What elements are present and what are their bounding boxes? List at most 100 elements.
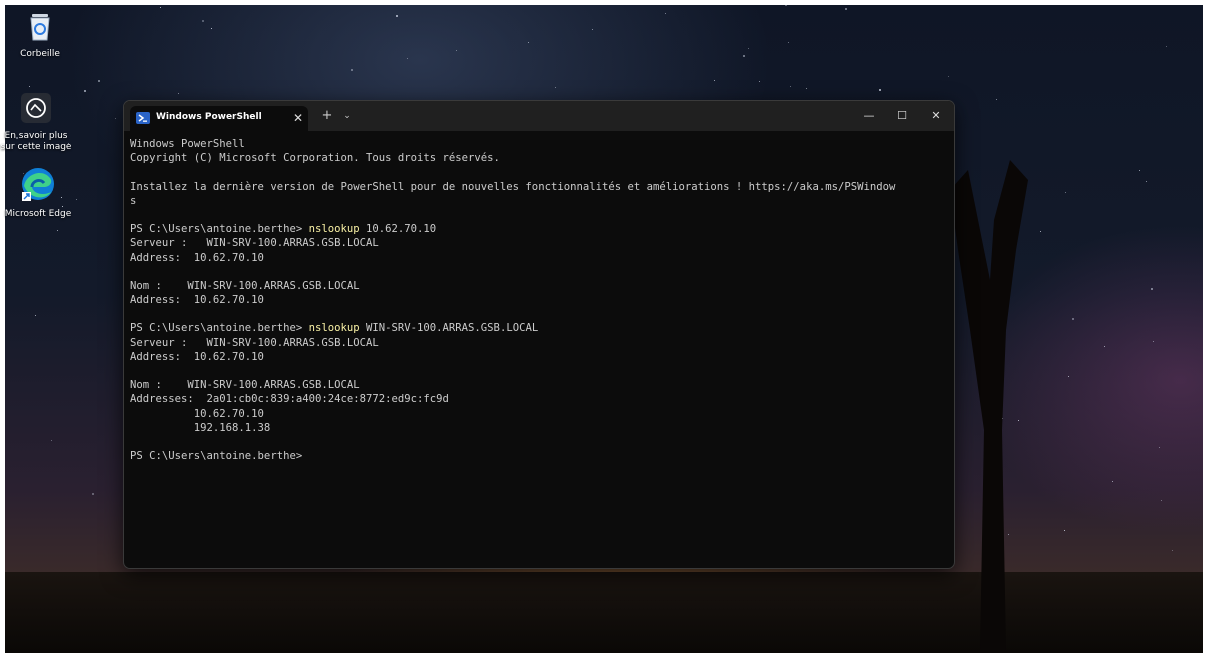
desktop-icon-label: Corbeille	[20, 49, 60, 59]
console-line: Address: 10.62.70.10	[130, 251, 264, 264]
star	[1161, 500, 1162, 501]
console-line: Addresses: 2a01:cb0c:839:a400:24ce:8772:…	[130, 393, 449, 406]
desktop-icon-recycle-bin[interactable]: Corbeille	[2, 10, 78, 60]
command-name: nslookup	[308, 322, 360, 335]
console-line: Copyright (C) Microsoft Corporation. Tou…	[130, 152, 500, 165]
star	[592, 29, 593, 30]
star	[160, 7, 161, 8]
desktop-icon-edge[interactable]: Microsoft Edge	[0, 166, 76, 220]
command-name: nslookup	[308, 223, 360, 236]
joshua-tree-silhouette	[950, 160, 1028, 650]
desktop-icon-learn-about-image[interactable]: En savoir plus sur cette image	[0, 92, 74, 153]
console-line: Address: 10.62.70.10	[130, 294, 264, 307]
command-args: 10.62.70.10	[359, 223, 437, 236]
star	[178, 93, 179, 94]
prompt-text: PS C:\Users\antoine.berthe>	[130, 223, 309, 236]
star	[806, 88, 807, 89]
star	[351, 69, 353, 71]
console-line: Nom : WIN-SRV-100.ARRAS.GSB.LOCAL	[130, 379, 360, 392]
star	[84, 90, 86, 92]
star	[1139, 170, 1140, 171]
star	[456, 50, 457, 51]
star	[1153, 341, 1154, 342]
star	[714, 80, 715, 81]
tab-dropdown-button[interactable]: ⌄	[340, 108, 354, 124]
console-line: PS C:\Users\antoine.berthe> nslookup 10.…	[130, 222, 946, 236]
desktop-icon-label: Microsoft Edge	[4, 209, 72, 219]
star	[1064, 530, 1065, 531]
star	[948, 76, 949, 77]
star	[29, 86, 30, 87]
tab-title: Windows PowerShell	[156, 112, 262, 122]
star	[1068, 376, 1069, 377]
learn-about-image-icon	[21, 93, 51, 123]
star	[1166, 46, 1167, 47]
console-line: Installez la dernière version de PowerSh…	[130, 180, 896, 193]
powershell-window[interactable]: Windows PowerShell ✕ + ⌄ — ☐ ✕ Windows P…	[123, 100, 955, 569]
edge-icon	[22, 168, 54, 201]
star	[528, 42, 529, 43]
star	[211, 28, 212, 29]
tab-close-button[interactable]: ✕	[290, 109, 306, 127]
star	[115, 118, 116, 119]
console-line: Address: 10.62.70.10	[130, 350, 264, 363]
star	[1151, 288, 1153, 290]
star	[665, 13, 666, 14]
star	[1112, 481, 1113, 482]
console-line: s	[130, 194, 137, 207]
console-line: Windows PowerShell	[130, 138, 245, 150]
maximize-button[interactable]: ☐	[891, 107, 913, 125]
star	[1065, 192, 1066, 193]
new-tab-button[interactable]: +	[320, 108, 334, 124]
star	[555, 87, 556, 88]
close-button[interactable]: ✕	[925, 107, 947, 125]
star	[748, 48, 749, 49]
star	[92, 493, 94, 495]
star	[743, 55, 745, 57]
star	[790, 86, 791, 87]
star	[202, 20, 204, 22]
star	[996, 99, 997, 100]
console-output[interactable]: Windows PowerShell Copyright (C) Microsof…	[130, 137, 946, 463]
frame-border-right	[1203, 0, 1207, 653]
recycle-bin-icon	[30, 14, 50, 41]
star	[98, 80, 100, 82]
star	[759, 81, 760, 82]
star	[1072, 318, 1074, 320]
star	[788, 42, 789, 43]
console-line: Serveur : WIN-SRV-100.ARRAS.GSB.LOCAL	[130, 336, 379, 349]
star	[407, 58, 408, 59]
title-bar[interactable]: Windows PowerShell ✕ + ⌄ — ☐ ✕	[124, 101, 954, 131]
console-line: PS C:\Users\antoine.berthe> nslookup WIN…	[130, 321, 946, 335]
prompt-text: PS C:\Users\antoine.berthe>	[130, 322, 309, 335]
desktop-icon-label: En savoir plus sur cette image	[0, 131, 72, 152]
star	[879, 89, 881, 91]
star	[76, 199, 77, 200]
console-line: Nom : WIN-SRV-100.ARRAS.GSB.LOCAL	[130, 279, 360, 292]
console-line: 192.168.1.38	[130, 421, 271, 434]
tab-windows-powershell[interactable]: Windows PowerShell ✕	[130, 106, 308, 131]
minimize-button[interactable]: —	[858, 107, 880, 125]
star	[845, 8, 847, 10]
star	[1104, 346, 1105, 347]
console-line: 10.62.70.10	[130, 407, 264, 420]
frame-border-top	[0, 0, 1207, 5]
star	[1172, 550, 1173, 551]
console-line: Serveur : WIN-SRV-100.ARRAS.GSB.LOCAL	[130, 237, 379, 250]
star	[51, 440, 52, 441]
star	[396, 15, 398, 17]
star	[1040, 231, 1041, 232]
star	[35, 315, 36, 316]
star	[1146, 181, 1147, 182]
console-line: PS C:\Users\antoine.berthe>	[130, 450, 303, 463]
star	[1159, 447, 1160, 448]
command-args: WIN-SRV-100.ARRAS.GSB.LOCAL	[359, 322, 539, 335]
star	[57, 230, 58, 231]
powershell-icon	[136, 112, 150, 124]
